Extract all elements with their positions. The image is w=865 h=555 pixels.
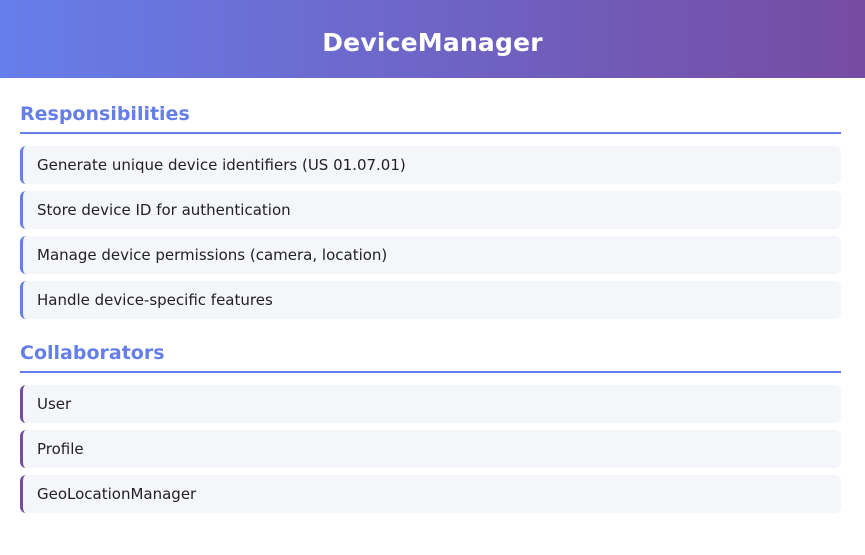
responsibilities-list: Generate unique device identifiers (US 0… <box>20 146 841 319</box>
crc-card: DeviceManager Responsibilities Generate … <box>0 0 865 555</box>
responsibility-item: Handle device-specific features <box>20 281 841 319</box>
responsibility-item: Manage device permissions (camera, locat… <box>20 236 841 274</box>
responsibility-item: Store device ID for authentication <box>20 191 841 229</box>
card-content: Responsibilities Generate unique device … <box>0 78 865 513</box>
responsibilities-heading: Responsibilities <box>20 102 841 134</box>
responsibilities-section: Responsibilities Generate unique device … <box>20 102 841 319</box>
class-name-title: DeviceManager <box>322 27 543 57</box>
collaborators-heading: Collaborators <box>20 341 841 373</box>
collaborator-item: Profile <box>20 430 841 468</box>
responsibility-item: Generate unique device identifiers (US 0… <box>20 146 841 184</box>
collaborators-list: User Profile GeoLocationManager <box>20 385 841 513</box>
collaborator-item: User <box>20 385 841 423</box>
collaborator-item: GeoLocationManager <box>20 475 841 513</box>
collaborators-section: Collaborators User Profile GeoLocationMa… <box>20 341 841 513</box>
card-header: DeviceManager <box>0 0 865 78</box>
